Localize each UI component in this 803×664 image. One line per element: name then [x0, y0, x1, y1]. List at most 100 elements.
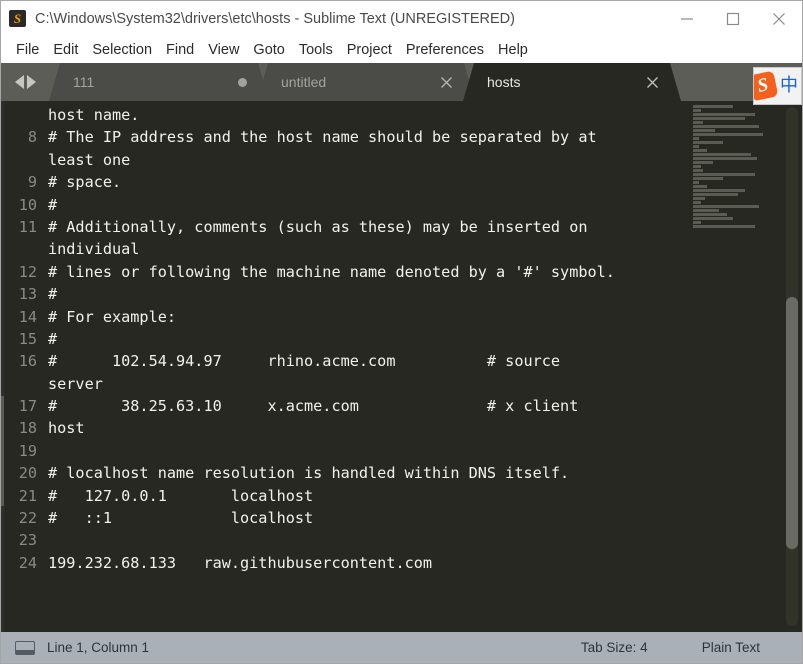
minimap-line	[693, 189, 745, 192]
menu-selection[interactable]: Selection	[85, 40, 159, 60]
tab-111[interactable]: 111	[49, 63, 269, 101]
line-text: # lines or following the machine name de…	[48, 262, 615, 281]
line-text: # Additionally, comments (such as these)…	[48, 217, 588, 236]
minimap-line	[693, 173, 755, 176]
tab-hosts[interactable]: hosts	[463, 63, 681, 101]
tab-nav-arrows[interactable]	[1, 63, 49, 101]
code-line[interactable]: 11 # Additionally, comments (such as thes…	[4, 216, 802, 238]
tab-close-icon[interactable]	[439, 75, 453, 89]
code-line[interactable]: least one	[4, 149, 802, 171]
code-line[interactable]: 15 #	[4, 328, 802, 350]
minimap-line	[693, 197, 705, 200]
syntax-label[interactable]: Plain Text	[702, 640, 760, 655]
minimap-line	[693, 129, 715, 132]
status-bar: Line 1, Column 1 Tab Size: 4 Plain Text	[1, 632, 802, 663]
line-text: # For example:	[48, 307, 177, 326]
code-line[interactable]: server	[4, 373, 802, 395]
status-right-group: Tab Size: 4 Plain Text	[581, 640, 802, 655]
menu-view[interactable]: View	[201, 40, 246, 60]
code-line[interactable]: individual	[4, 238, 802, 260]
line-number: 8	[27, 128, 37, 147]
minimap-line	[693, 133, 763, 136]
code-line[interactable]: 9 # space.	[4, 171, 802, 193]
tab-label: 111	[73, 74, 95, 90]
minimap-line	[693, 165, 701, 168]
minimap-line	[693, 105, 733, 108]
menu-goto[interactable]: Goto	[246, 40, 291, 60]
code-line[interactable]: host name.	[4, 104, 802, 126]
line-number: 23	[18, 531, 37, 550]
window-title: C:\Windows\System32\drivers\etc\hosts - …	[35, 10, 515, 27]
line-number: 9	[27, 173, 37, 192]
code-line[interactable]: 10 #	[4, 194, 802, 216]
line-number: 14	[18, 307, 37, 326]
menu-project[interactable]: Project	[340, 40, 399, 60]
minimap-line	[693, 153, 751, 156]
code-line[interactable]: 22 # ::1 localhost	[4, 507, 802, 529]
ime-mode-glyph[interactable]: 中	[780, 77, 798, 95]
code-line[interactable]: 23	[4, 529, 802, 551]
line-text: #	[48, 285, 58, 304]
close-button[interactable]	[756, 1, 802, 36]
line-text: # 38.25.63.10 x.acme.com # x client	[48, 397, 579, 416]
menu-file[interactable]: File	[9, 40, 46, 60]
code-line[interactable]: 17 # 38.25.63.10 x.acme.com # x client	[4, 395, 802, 417]
menu-preferences[interactable]: Preferences	[399, 40, 491, 60]
tab-untitled[interactable]: untitled	[257, 63, 475, 101]
line-number: 13	[18, 285, 37, 304]
menu-tools[interactable]: Tools	[292, 40, 340, 60]
line-text: # ::1 localhost	[48, 509, 314, 528]
code-line[interactable]: 21 # 127.0.0.1 localhost	[4, 485, 802, 507]
minimap-line	[693, 125, 759, 128]
code-line[interactable]: 14 # For example:	[4, 306, 802, 328]
code-line[interactable]: 20 # localhost name resolution is handled…	[4, 462, 802, 484]
code-content[interactable]: host name. 8 # The IP address and the host…	[4, 101, 802, 632]
window-controls	[664, 1, 802, 36]
maximize-button[interactable]	[710, 1, 756, 36]
line-number: 21	[18, 486, 37, 505]
code-line[interactable]: 19	[4, 440, 802, 462]
tab-close-icon[interactable]	[645, 75, 659, 89]
scrollbar-thumb[interactable]	[786, 297, 798, 549]
cursor-position: Line 1, Column 1	[47, 640, 150, 655]
line-text: # 102.54.94.97 rhino.acme.com # source	[48, 352, 561, 371]
minimap-line	[693, 209, 719, 212]
minimap-line	[693, 109, 701, 112]
minimize-button[interactable]	[664, 1, 710, 36]
sogou-ime-indicator[interactable]: S 中	[753, 67, 802, 105]
tab-size-label[interactable]: Tab Size: 4	[581, 640, 648, 655]
minimap-line	[693, 225, 755, 228]
code-line[interactable]: 24 199.232.68.133 raw.githubusercontent.c…	[4, 552, 802, 574]
line-text: # 127.0.0.1 localhost	[48, 486, 314, 505]
minimap-line	[693, 161, 713, 164]
menu-help[interactable]: Help	[491, 40, 535, 60]
sublime-text-icon: S	[9, 10, 26, 27]
editor-area[interactable]: host name. 8 # The IP address and the host…	[1, 101, 802, 632]
menu-edit[interactable]: Edit	[46, 40, 85, 60]
code-line[interactable]: 18 host	[4, 417, 802, 439]
minimap-line	[693, 177, 723, 180]
tab-label: hosts	[487, 74, 521, 90]
code-line[interactable]: 8 # The IP address and the host name shou…	[4, 126, 802, 148]
sogou-logo-icon: S	[754, 70, 779, 102]
code-line[interactable]: 16 # 102.54.94.97 rhino.acme.com # source	[4, 350, 802, 372]
code-line[interactable]: 12 # lines or following the machine name …	[4, 261, 802, 283]
code-line[interactable]: 13 #	[4, 283, 802, 305]
line-text: # The IP address and the host name shoul…	[48, 128, 597, 147]
line-text: 199.232.68.133 raw.githubusercontent.com	[48, 553, 433, 572]
line-number: 17	[18, 397, 37, 416]
minimap-line	[693, 113, 755, 116]
chevron-left-icon[interactable]	[14, 75, 24, 89]
minimap-line	[693, 149, 707, 152]
minimap-line	[693, 213, 727, 216]
minimap[interactable]	[689, 101, 781, 632]
tab-dirty-indicator-icon[interactable]	[238, 77, 247, 87]
minimap-line	[693, 145, 699, 148]
line-number: 20	[18, 464, 37, 483]
vertical-scrollbar[interactable]	[786, 107, 798, 626]
chevron-right-icon[interactable]	[26, 75, 36, 89]
minimap-line	[693, 201, 701, 204]
menu-find[interactable]: Find	[159, 40, 201, 60]
line-text: host name.	[48, 106, 140, 124]
minimap-line	[693, 117, 745, 120]
